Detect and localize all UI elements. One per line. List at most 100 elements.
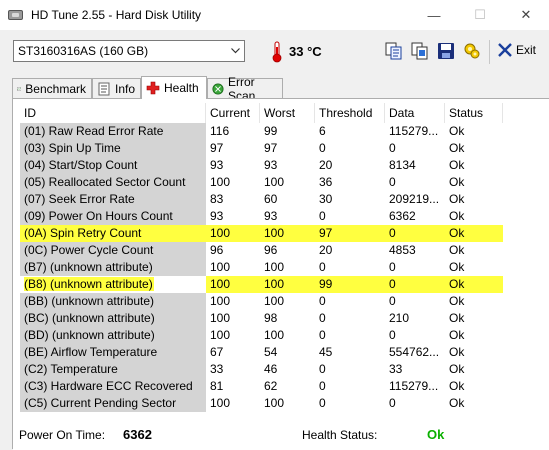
- cell-data: 0: [389, 396, 396, 410]
- cell-id: (09) Power On Hours Count: [20, 208, 206, 225]
- column-header-current[interactable]: Current: [206, 103, 260, 123]
- tab-info[interactable]: Info: [92, 78, 141, 98]
- table-row[interactable]: (B8) (unknown attribute) 100 100 99 0 Ok: [20, 276, 549, 293]
- table-row[interactable]: (07) Seek Error Rate 83 60 30 209219... Ok: [20, 191, 549, 208]
- cell-threshold: 0: [319, 362, 326, 376]
- health-panel: ID Current Worst Threshold Data Status (…: [12, 98, 549, 450]
- column-header-data[interactable]: Data: [385, 103, 445, 123]
- exit-button[interactable]: Exit: [498, 43, 536, 57]
- cell-id: (C2) Temperature: [20, 361, 206, 378]
- health-status-label: Health Status:: [302, 428, 378, 442]
- cell-threshold: 30: [319, 192, 333, 206]
- table-row[interactable]: (01) Raw Read Error Rate 116 99 6 115279... O…: [20, 123, 549, 140]
- table-row[interactable]: (BE) Airflow Temperature 67 54 45 554762... O…: [20, 344, 549, 361]
- cell-data: 0: [385, 225, 445, 242]
- cell-data: 0: [389, 260, 396, 274]
- cell-status: Ok: [449, 362, 465, 376]
- cell-current: 100: [206, 276, 260, 293]
- cell-status: Ok: [449, 311, 465, 325]
- cell-status: Ok: [445, 276, 503, 293]
- table-row[interactable]: (03) Spin Up Time 97 97 0 0 Ok: [20, 140, 549, 157]
- cell-id: (0C) Power Cycle Count: [20, 242, 206, 259]
- exit-icon: [498, 43, 512, 57]
- table-row[interactable]: (09) Power On Hours Count 93 93 0 6362 Ok: [20, 208, 549, 225]
- table-row[interactable]: (C3) Hardware ECC Recovered 81 62 0 115279..…: [20, 378, 549, 395]
- title-bar: HD Tune 2.55 - Hard Disk Utility — ☐ ✕: [0, 0, 549, 30]
- cell-current: 96: [210, 243, 224, 257]
- cell-id: (BB) (unknown attribute): [20, 293, 206, 310]
- table-row[interactable]: (B7) (unknown attribute) 100 100 0 0 Ok: [20, 259, 549, 276]
- minimize-button[interactable]: —: [411, 0, 457, 30]
- cell-id: (05) Reallocated Sector Count: [20, 174, 206, 191]
- smart-attribute-list[interactable]: ID Current Worst Threshold Data Status (…: [20, 103, 549, 417]
- cell-id: (03) Spin Up Time: [20, 140, 206, 157]
- toolbar: ST3160316AS (160 GB) 33 °C Exit: [0, 30, 549, 74]
- cell-worst: 100: [264, 328, 285, 342]
- maximize-button[interactable]: ☐: [457, 0, 503, 30]
- cell-data: 6362: [389, 209, 416, 223]
- cell-status: Ok: [449, 175, 465, 189]
- column-header-worst[interactable]: Worst: [260, 103, 315, 123]
- table-row[interactable]: (05) Reallocated Sector Count 100 100 36 0 Ok: [20, 174, 549, 191]
- cell-status: Ok: [449, 141, 465, 155]
- tab-health[interactable]: Health: [141, 76, 207, 99]
- cell-worst: 99: [264, 124, 278, 138]
- cell-current: 116: [210, 124, 230, 138]
- drive-select[interactable]: ST3160316AS (160 GB): [13, 40, 245, 62]
- options-icon[interactable]: [463, 42, 481, 60]
- cell-current: 100: [210, 311, 231, 325]
- tab-error-scan[interactable]: Error Scan: [207, 75, 283, 103]
- tab-health-label: Health: [164, 81, 199, 95]
- cell-threshold: 0: [319, 141, 326, 155]
- table-row[interactable]: (C2) Temperature 33 46 0 33 Ok: [20, 361, 549, 378]
- cell-status: Ok: [449, 328, 465, 342]
- cell-current: 33: [210, 362, 224, 376]
- cell-current: 97: [210, 141, 224, 155]
- tab-benchmark[interactable]: Benchmark: [12, 78, 92, 98]
- health-cross-icon: [146, 81, 160, 95]
- cell-worst: 60: [264, 192, 278, 206]
- table-row[interactable]: (BC) (unknown attribute) 100 98 0 210 Ok: [20, 310, 549, 327]
- cell-worst: 54: [264, 345, 278, 359]
- table-row[interactable]: (C5) Current Pending Sector 100 100 0 0 Ok: [20, 395, 549, 412]
- thermometer-icon: [272, 41, 282, 63]
- error-scan-icon: [212, 82, 224, 95]
- column-header-threshold[interactable]: Threshold: [315, 103, 385, 123]
- cell-id: (C5) Current Pending Sector: [20, 395, 206, 412]
- cell-current: 93: [210, 209, 224, 223]
- info-icon: [98, 82, 110, 95]
- cell-id: (BC) (unknown attribute): [20, 310, 206, 327]
- copy-info-icon[interactable]: [385, 42, 403, 60]
- table-row[interactable]: (BB) (unknown attribute) 100 100 0 0 Ok: [20, 293, 549, 310]
- cell-current: 100: [210, 260, 231, 274]
- cell-data: 115279...: [389, 124, 439, 138]
- cell-data: 209219...: [389, 192, 440, 206]
- cell-threshold: 0: [319, 294, 326, 308]
- cell-data: 115279...: [389, 379, 439, 393]
- table-row[interactable]: (BD) (unknown attribute) 100 100 0 0 Ok: [20, 327, 549, 344]
- close-button[interactable]: ✕: [503, 0, 549, 30]
- cell-id-text: (B8) (unknown attribute): [24, 277, 154, 291]
- column-header-status[interactable]: Status: [445, 103, 503, 123]
- cell-worst: 100: [260, 225, 315, 242]
- cell-data: 0: [389, 294, 396, 308]
- table-row[interactable]: (0A) Spin Retry Count 100 100 97 0 Ok: [20, 225, 549, 242]
- cell-id: (04) Start/Stop Count: [20, 157, 206, 174]
- cell-status: Ok: [449, 124, 465, 138]
- cell-current: 67: [210, 345, 224, 359]
- status-bar: Power On Time: 6362 Health Status: Ok: [13, 417, 549, 450]
- cell-threshold: 0: [319, 209, 326, 223]
- cell-data: 210: [389, 311, 410, 325]
- table-row[interactable]: (04) Start/Stop Count 93 93 20 8134 Ok: [20, 157, 549, 174]
- cell-status: Ok: [449, 294, 465, 308]
- column-header-id[interactable]: ID: [20, 103, 206, 123]
- copy-screenshot-icon[interactable]: [411, 42, 429, 60]
- table-row[interactable]: (0C) Power Cycle Count 96 96 20 4853 Ok: [20, 242, 549, 259]
- cell-worst: 97: [264, 141, 278, 155]
- save-icon[interactable]: [437, 42, 455, 60]
- cell-status: Ok: [449, 396, 465, 410]
- cell-data: 0: [389, 141, 396, 155]
- cell-current: 81: [210, 379, 224, 393]
- cell-worst: 100: [260, 276, 315, 293]
- temperature-value: 33 °C: [289, 44, 322, 59]
